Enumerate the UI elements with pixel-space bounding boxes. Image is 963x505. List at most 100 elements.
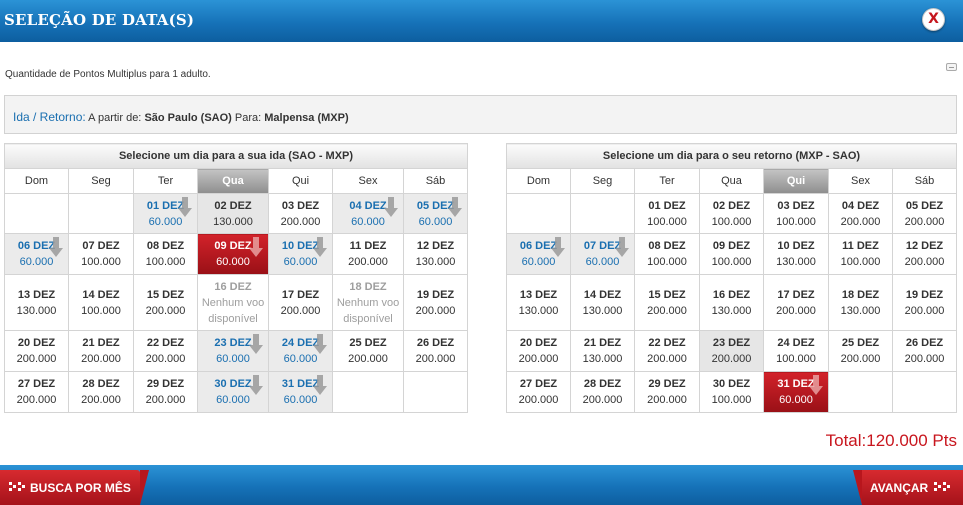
- day-cell[interactable]: 24 DEZ 60.000: [268, 330, 333, 372]
- day-cell[interactable]: 27 DEZ 200.000: [506, 371, 571, 413]
- day-label: 25 DEZ: [349, 337, 387, 349]
- day-cell[interactable]: 21 DEZ 200.000: [68, 330, 134, 372]
- day-cell[interactable]: 26 DEZ 200.000: [403, 330, 468, 372]
- day-cell[interactable]: 19 DEZ 200.000: [892, 274, 957, 331]
- day-cell[interactable]: 25 DEZ 200.000: [332, 330, 404, 372]
- day-label: 27 DEZ: [17, 378, 56, 390]
- day-label: 19 DEZ: [416, 288, 455, 301]
- points-value: 100.000: [711, 215, 752, 228]
- points-value: 200.000: [904, 304, 945, 317]
- day-cell[interactable]: 10 DEZ 60.000: [268, 233, 333, 275]
- day-cell[interactable]: 17 DEZ 200.000: [268, 274, 333, 331]
- day-cell[interactable]: 26 DEZ 200.000: [892, 330, 957, 372]
- month-search-button[interactable]: BUSCA POR MÊS: [0, 470, 149, 505]
- day-cell[interactable]: 13 DEZ 130.000: [4, 274, 69, 331]
- to-prefix: Para:: [234, 112, 262, 124]
- day-cell[interactable]: 23 DEZ 200.000: [699, 330, 764, 372]
- day-cell[interactable]: 01 DEZ 60.000: [133, 193, 198, 234]
- day-cell[interactable]: 06 DEZ 60.000: [4, 233, 69, 275]
- empty-day-cell: [403, 371, 468, 413]
- day-label: 23 DEZ: [712, 337, 751, 349]
- day-label: 26 DEZ: [416, 337, 455, 349]
- day-cell[interactable]: 11 DEZ 200.000: [332, 233, 404, 275]
- day-cell[interactable]: 10 DEZ 130.000: [763, 233, 829, 275]
- day-cell[interactable]: 14 DEZ 100.000: [68, 274, 134, 331]
- day-cell[interactable]: 21 DEZ 130.000: [570, 330, 635, 372]
- points-value: 200.000: [904, 215, 945, 228]
- day-cell[interactable]: 03 DEZ 100.000: [763, 193, 829, 234]
- day-cell[interactable]: 28 DEZ 200.000: [68, 371, 134, 413]
- day-cell[interactable]: 04 DEZ 200.000: [828, 193, 893, 234]
- weekday-header: Dom: [4, 168, 69, 194]
- day-cell[interactable]: 30 DEZ 60.000: [197, 371, 269, 413]
- day-cell[interactable]: 05 DEZ 60.000: [403, 193, 468, 234]
- points-value: 200.000: [280, 215, 321, 228]
- day-cell[interactable]: 12 DEZ 200.000: [892, 233, 957, 275]
- day-cell[interactable]: 28 DEZ 200.000: [570, 371, 635, 413]
- day-cell[interactable]: 15 DEZ 200.000: [634, 274, 700, 331]
- day-label: 15 DEZ: [648, 288, 686, 301]
- weekday-header: Qua: [699, 168, 764, 194]
- day-cell[interactable]: 09 DEZ 60.000: [197, 233, 269, 275]
- down-arrow-icon: [49, 237, 63, 257]
- day-cell[interactable]: 11 DEZ 100.000: [828, 233, 893, 275]
- collapse-icon[interactable]: [946, 63, 957, 71]
- next-button[interactable]: AVANÇAR: [853, 470, 963, 505]
- day-cell[interactable]: 06 DEZ 60.000: [506, 233, 571, 275]
- day-cell[interactable]: 29 DEZ 200.000: [634, 371, 700, 413]
- day-cell[interactable]: 22 DEZ 200.000: [133, 330, 198, 372]
- day-cell[interactable]: 02 DEZ 100.000: [699, 193, 764, 234]
- day-cell[interactable]: 02 DEZ 130.000: [197, 193, 269, 234]
- inbound-calendar: Selecione um dia para o seu retorno (MXP…: [506, 143, 957, 413]
- day-cell[interactable]: 16 DEZ 130.000: [699, 274, 764, 331]
- empty-day-cell: [68, 193, 134, 234]
- day-cell[interactable]: 01 DEZ 100.000: [634, 193, 700, 234]
- total-points: Total:120.000 Pts: [825, 431, 957, 450]
- day-label: 25 DEZ: [841, 337, 880, 349]
- day-cell[interactable]: 05 DEZ 200.000: [892, 193, 957, 234]
- day-cell[interactable]: 29 DEZ 200.000: [133, 371, 198, 413]
- close-button[interactable]: X: [922, 8, 945, 31]
- points-value: 200.000: [81, 394, 121, 406]
- points-value: 200.000: [840, 353, 881, 365]
- calendar-title: Selecione um dia para a sua ida (SAO - M…: [4, 143, 468, 169]
- points-value: 200.000: [904, 353, 945, 365]
- day-cell[interactable]: 27 DEZ 200.000: [4, 371, 69, 413]
- day-cell[interactable]: 04 DEZ 60.000: [332, 193, 404, 234]
- day-cell[interactable]: 08 DEZ 100.000: [133, 233, 198, 275]
- day-cell[interactable]: 08 DEZ 100.000: [634, 233, 700, 275]
- day-cell[interactable]: 17 DEZ 200.000: [763, 274, 829, 331]
- day-cell[interactable]: 19 DEZ 200.000: [403, 274, 468, 331]
- day-cell[interactable]: 22 DEZ 200.000: [634, 330, 700, 372]
- day-label: 03 DEZ: [281, 199, 320, 212]
- points-value: 200.000: [81, 353, 121, 365]
- day-cell[interactable]: 30 DEZ 100.000: [699, 371, 764, 413]
- day-label: 30 DEZ: [712, 378, 751, 390]
- points-value: 100.000: [776, 215, 816, 228]
- day-label: 21 DEZ: [583, 337, 622, 349]
- day-cell[interactable]: 14 DEZ 130.000: [570, 274, 635, 331]
- day-cell[interactable]: 24 DEZ 100.000: [763, 330, 829, 372]
- day-cell[interactable]: 07 DEZ 60.000: [570, 233, 635, 275]
- day-cell[interactable]: 31 DEZ 60.000: [268, 371, 333, 413]
- day-cell[interactable]: 20 DEZ 200.000: [4, 330, 69, 372]
- day-cell[interactable]: 13 DEZ 130.000: [506, 274, 571, 331]
- points-value: 100.000: [711, 394, 752, 406]
- day-label: 12 DEZ: [416, 240, 455, 252]
- day-cell[interactable]: 23 DEZ 60.000: [197, 330, 269, 372]
- day-cell[interactable]: 12 DEZ 130.000: [403, 233, 468, 275]
- day-label: 11 DEZ: [349, 240, 387, 252]
- day-cell[interactable]: 20 DEZ 200.000: [506, 330, 571, 372]
- day-label: 13 DEZ: [17, 288, 56, 301]
- day-cell[interactable]: 07 DEZ 100.000: [68, 233, 134, 275]
- day-cell[interactable]: 03 DEZ 200.000: [268, 193, 333, 234]
- day-cell[interactable]: 31 DEZ 60.000: [763, 371, 829, 413]
- day-cell[interactable]: 09 DEZ 100.000: [699, 233, 764, 275]
- day-cell[interactable]: 18 DEZ 130.000: [828, 274, 893, 331]
- weekday-header: Sex: [828, 168, 893, 194]
- day-cell[interactable]: 25 DEZ 200.000: [828, 330, 893, 372]
- points-value: 100.000: [711, 256, 752, 268]
- day-cell[interactable]: 15 DEZ 200.000: [133, 274, 198, 331]
- day-label: 07 DEZ: [82, 240, 120, 252]
- availability-note: disponível: [208, 312, 258, 325]
